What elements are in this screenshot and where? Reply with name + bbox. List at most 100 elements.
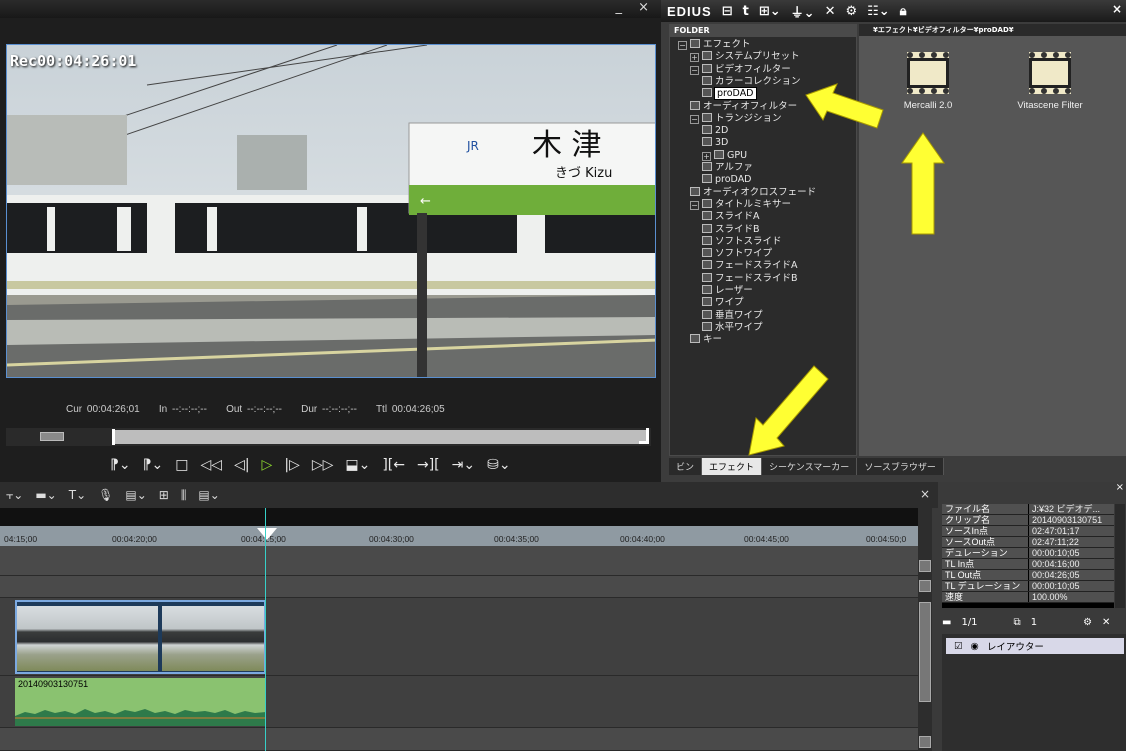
- insert-icon[interactable]: ][←: [382, 457, 405, 473]
- mixer-icon[interactable]: ⫼: [181, 488, 187, 503]
- property-value: 02:47:01;17: [1028, 526, 1114, 536]
- position-slider[interactable]: [112, 430, 648, 444]
- out-label: Out: [226, 404, 243, 415]
- ruler-label: 00:04:45;00: [744, 534, 789, 544]
- checkbox-icon[interactable]: ☑: [954, 641, 963, 652]
- loop-icon[interactable]: ⬓⌄: [345, 457, 370, 473]
- property-key: デュレーション: [942, 548, 1028, 558]
- property-row: 速度 100.00%: [942, 592, 1114, 603]
- clip-properties-table: ファイル名 J:¥32 ビデオデ... クリップ名 20140903130751 ソース…: [942, 504, 1114, 608]
- svg-text:←: ←: [420, 194, 431, 209]
- ruler-label: 00:04:35;00: [494, 534, 539, 544]
- property-value: 00:04:16;00: [1028, 559, 1114, 569]
- scroll-button[interactable]: [919, 580, 931, 592]
- clip-name: 20140903130751: [18, 679, 89, 689]
- stop-icon[interactable]: □: [175, 457, 188, 473]
- sequence-tab-bar: [0, 508, 918, 526]
- play-icon[interactable]: ▷: [262, 457, 273, 473]
- arrow-up-icon: [901, 132, 945, 235]
- ruler-label: 00:04:50;0: [866, 534, 907, 544]
- layer-settings-icon[interactable]: ⚙: [1083, 617, 1092, 628]
- scroll-button[interactable]: [919, 736, 931, 748]
- ttl-value: 00:04:26;05: [391, 404, 445, 415]
- timeline-scrollbar[interactable]: [918, 508, 932, 751]
- info-panel: × ファイル名 J:¥32 ビデオデ... クリップ名 20140903130751 ソ…: [938, 482, 1126, 751]
- set-in-icon[interactable]: ⁋⌄: [110, 457, 131, 473]
- in-label: In: [158, 404, 168, 415]
- sequence-icon[interactable]: ▤⌄: [125, 488, 146, 502]
- close-icon[interactable]: ×: [1116, 482, 1124, 493]
- property-value: 02:47:11;22: [1028, 537, 1114, 547]
- property-row: ファイル名 J:¥32 ビデオデ...: [942, 504, 1114, 515]
- property-row: ソースOut点 02:47:11;22: [942, 537, 1114, 548]
- dur-value: --:--:--;--: [322, 404, 357, 415]
- layer-num: 1: [1030, 616, 1038, 628]
- property-value: J:¥32 ビデオデ...: [1028, 504, 1114, 514]
- ruler-label: 00:04:20;00: [112, 534, 157, 544]
- layer-row[interactable]: ☑ ◉ レイアウター: [946, 638, 1124, 654]
- effect-panel: EDIUS ⊟ t ⊞⌄ ⏚⌄ ✕ ⚙ ☷⌄ 🔒︎ × FOLDER − エフェク…: [661, 0, 1126, 482]
- set-out-icon[interactable]: ⁋⌄: [143, 457, 164, 473]
- cur-label: Cur: [66, 404, 83, 415]
- audio-waveform: [15, 709, 266, 726]
- fast-forward-icon[interactable]: ▷▷: [312, 457, 334, 473]
- arrow-down-left-icon: [748, 365, 829, 456]
- record-timecode-overlay: Rec00:04:26:01: [10, 52, 137, 70]
- window-controls[interactable]: _ ×: [615, 0, 655, 15]
- property-row: クリップ名 20140903130751: [942, 515, 1114, 526]
- layout-icon[interactable]: ▤⌄: [198, 488, 219, 502]
- track-row: [0, 576, 918, 598]
- station-reading: きづ Kizu: [555, 166, 612, 181]
- end-marker: [639, 428, 649, 444]
- ripple-icon[interactable]: ▬⌄: [35, 488, 56, 502]
- rewind-icon[interactable]: ◁◁: [201, 457, 223, 473]
- track-row: [0, 728, 918, 751]
- step-forward-icon[interactable]: |▷: [284, 457, 299, 473]
- property-value: 00:00:10;05: [1028, 548, 1114, 558]
- scroll-button[interactable]: [919, 560, 931, 572]
- property-value: 00:04:26;05: [1028, 570, 1114, 580]
- svg-text:JR: JR: [466, 139, 479, 153]
- ruler-label: 04:15;00: [4, 534, 38, 544]
- ruler-label: 00:04:30;00: [369, 534, 414, 544]
- step-back-icon[interactable]: ◁|: [234, 457, 249, 473]
- arrow-left-icon: [805, 83, 884, 129]
- annotation-arrows: [748, 83, 945, 456]
- clip-thumbnail: [17, 606, 158, 671]
- layer-list: ☑ ◉ レイアウター: [942, 634, 1126, 751]
- playhead-handle[interactable]: [257, 528, 277, 540]
- close-icon[interactable]: ×: [920, 487, 930, 501]
- property-value: 00:00:10;05: [1028, 581, 1114, 591]
- mode-icon[interactable]: ⫟⌄: [6, 488, 23, 503]
- timeline-window: ⫟⌄ ▬⌄ T⌄ 🎙︎ ▤⌄ ⊞ ⫼ ▤⌄ × 04:15;00 00:04:2…: [0, 482, 938, 751]
- property-row: ソースIn点 02:47:01;17: [942, 526, 1114, 537]
- trim-icon[interactable]: ⇥⌄: [452, 457, 475, 473]
- ttl-label: Ttl: [375, 404, 388, 415]
- station-name: 木 津: [532, 128, 602, 163]
- export-icon[interactable]: ⛁⌄: [487, 457, 510, 473]
- properties-scrollbar[interactable]: [1115, 504, 1125, 608]
- property-value: 100.00%: [1028, 592, 1114, 602]
- mic-icon[interactable]: 🎙︎: [98, 488, 113, 502]
- audio-clip[interactable]: 20140903130751: [15, 676, 266, 726]
- property-key: ファイル名: [942, 504, 1028, 514]
- property-key: TL In点: [942, 559, 1028, 569]
- layer-name: レイアウター: [986, 642, 1044, 653]
- video-clip[interactable]: [15, 600, 266, 674]
- layer-num-icon: ⧉: [1013, 616, 1021, 628]
- eye-icon[interactable]: ◉: [971, 641, 979, 652]
- layer-delete-icon[interactable]: ✕: [1102, 617, 1110, 628]
- property-key: TL デュレーション: [942, 581, 1028, 591]
- grid-icon[interactable]: ⊞: [159, 488, 169, 502]
- position-handle[interactable]: [112, 429, 115, 445]
- playhead-line[interactable]: [265, 508, 266, 751]
- overwrite-icon[interactable]: →][: [417, 457, 440, 473]
- title-icon[interactable]: T⌄: [69, 488, 86, 502]
- shuttle-slider[interactable]: [40, 432, 64, 441]
- scroll-thumb[interactable]: [919, 602, 931, 702]
- video-preview: JR 木 津 きづ Kizu ←: [6, 44, 656, 378]
- layer-count: 1/1: [961, 616, 978, 628]
- property-row: TL Out点 00:04:26;05: [942, 570, 1114, 581]
- track-row: [0, 546, 918, 576]
- time-ruler[interactable]: 04:15;00 00:04:20;00 00:04:25;00 00:04:3…: [0, 526, 918, 546]
